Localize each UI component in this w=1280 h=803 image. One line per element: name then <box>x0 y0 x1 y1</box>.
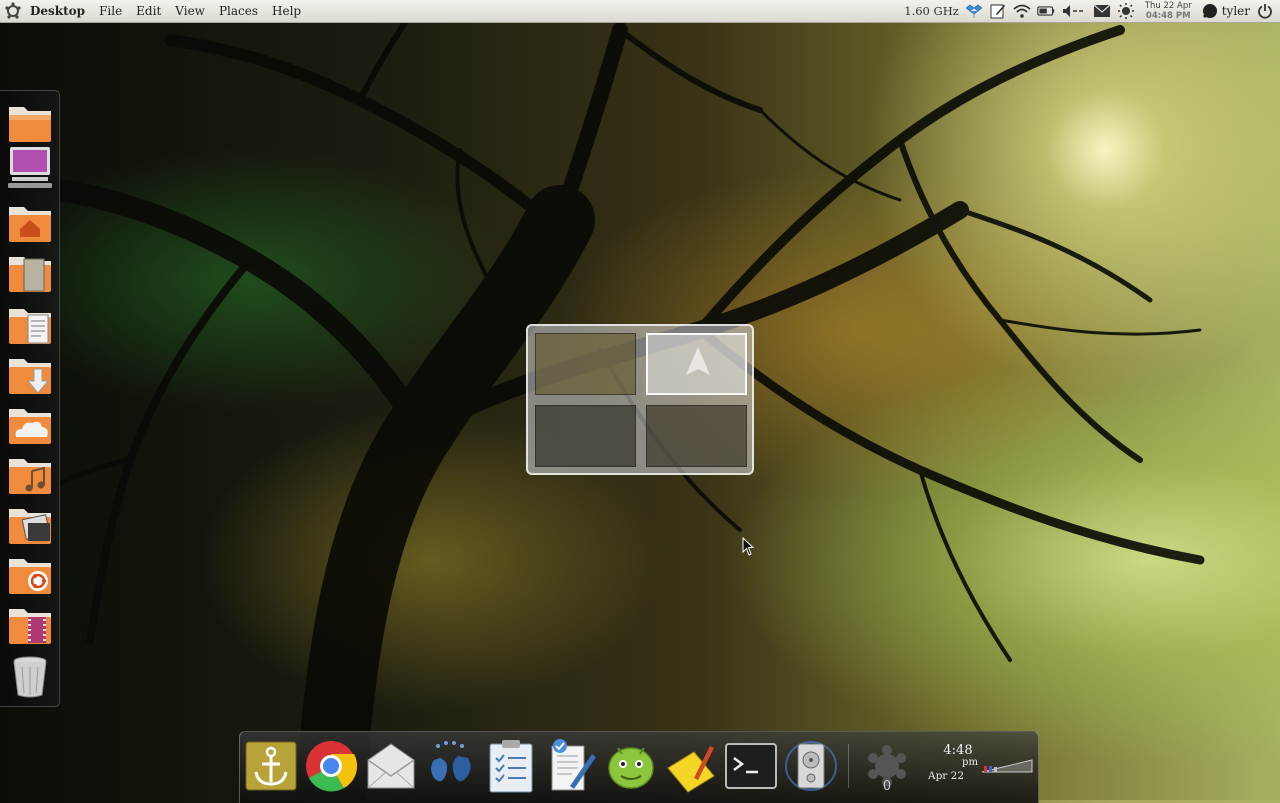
workspace-2[interactable] <box>646 333 747 395</box>
left-launcher <box>0 90 60 707</box>
document-editor-icon[interactable] <box>544 738 598 794</box>
videos-folder-icon[interactable] <box>6 601 54 647</box>
menu-file[interactable]: File <box>92 0 129 23</box>
chrome-icon[interactable] <box>304 738 358 794</box>
documents-folder-icon[interactable] <box>6 249 54 295</box>
network-monitor-icon[interactable] <box>980 756 1034 776</box>
cpu-frequency[interactable]: 1.60 GHz <box>904 4 959 18</box>
system-monitor-icon[interactable]: 0 <box>860 738 914 794</box>
dock-separator <box>848 744 849 788</box>
menu-edit[interactable]: Edit <box>129 0 168 23</box>
menu-view[interactable]: View <box>168 0 212 23</box>
notes-icon[interactable] <box>989 3 1007 19</box>
pidgin-icon[interactable] <box>424 738 478 794</box>
volume-icon[interactable] <box>1061 3 1087 19</box>
mail-client-icon[interactable] <box>364 738 418 794</box>
text-folder-icon[interactable] <box>6 301 54 347</box>
computer-icon[interactable] <box>6 145 54 191</box>
mouse-cursor-icon <box>742 537 754 556</box>
menu-places[interactable]: Places <box>212 0 265 23</box>
dropbox-icon[interactable] <box>965 3 983 19</box>
gnome-foot-icon[interactable] <box>4 2 22 20</box>
music-folder-icon[interactable] <box>6 451 54 497</box>
power-icon[interactable] <box>1256 3 1274 19</box>
workspace-1[interactable] <box>535 333 636 395</box>
bottom-dock: 0 4:48 pm Apr 22 <box>239 731 1039 803</box>
menu-desktop[interactable]: Desktop <box>26 0 92 23</box>
trash-icon[interactable] <box>6 653 54 699</box>
tasks-icon[interactable] <box>484 738 538 794</box>
system-tray: 1.60 GHz Thu 22 Apr 04:48 PM tyler <box>904 0 1280 23</box>
svg-text:0: 0 <box>883 779 891 794</box>
panel-clock-time: 04:48 PM <box>1145 11 1191 21</box>
dock-clock-date: Apr 22 <box>928 770 965 782</box>
android-icon[interactable] <box>604 738 658 794</box>
workspace-4[interactable] <box>646 405 747 467</box>
anchor-icon[interactable] <box>244 738 298 794</box>
workspace-3[interactable] <box>535 405 636 467</box>
menu-bar: Desktop File Edit View Places Help <box>0 0 308 23</box>
sticky-notes-icon[interactable] <box>664 738 718 794</box>
top-panel: Desktop File Edit View Places Help 1.60 … <box>0 0 1280 23</box>
username: tyler <box>1221 4 1250 18</box>
ubuntu-folder-icon[interactable] <box>6 551 54 597</box>
disk-utility-icon[interactable] <box>784 738 838 794</box>
weather-icon[interactable] <box>1117 3 1135 19</box>
user-menu[interactable]: tyler <box>1202 3 1250 19</box>
cloud-folder-icon[interactable] <box>6 401 54 447</box>
terminal-icon[interactable] <box>724 738 778 794</box>
workspace-switcher <box>526 324 754 475</box>
folder-icon[interactable] <box>6 99 54 145</box>
dock-clock-time: 4:48 <box>943 743 973 758</box>
arrow-up-icon <box>686 347 710 375</box>
panel-clock-date: Thu 22 Apr <box>1144 1 1192 11</box>
mail-icon[interactable] <box>1093 3 1111 19</box>
dock-clock-widget[interactable]: 4:48 pm Apr 22 <box>928 744 988 784</box>
panel-clock[interactable]: Thu 22 Apr 04:48 PM <box>1145 1 1192 21</box>
home-folder-icon[interactable] <box>6 199 54 245</box>
downloads-folder-icon[interactable] <box>6 351 54 397</box>
wifi-icon[interactable] <box>1013 3 1031 19</box>
battery-icon[interactable] <box>1037 3 1055 19</box>
pictures-folder-icon[interactable] <box>6 501 54 547</box>
menu-help[interactable]: Help <box>265 0 308 23</box>
user-status-icon <box>1202 4 1217 19</box>
